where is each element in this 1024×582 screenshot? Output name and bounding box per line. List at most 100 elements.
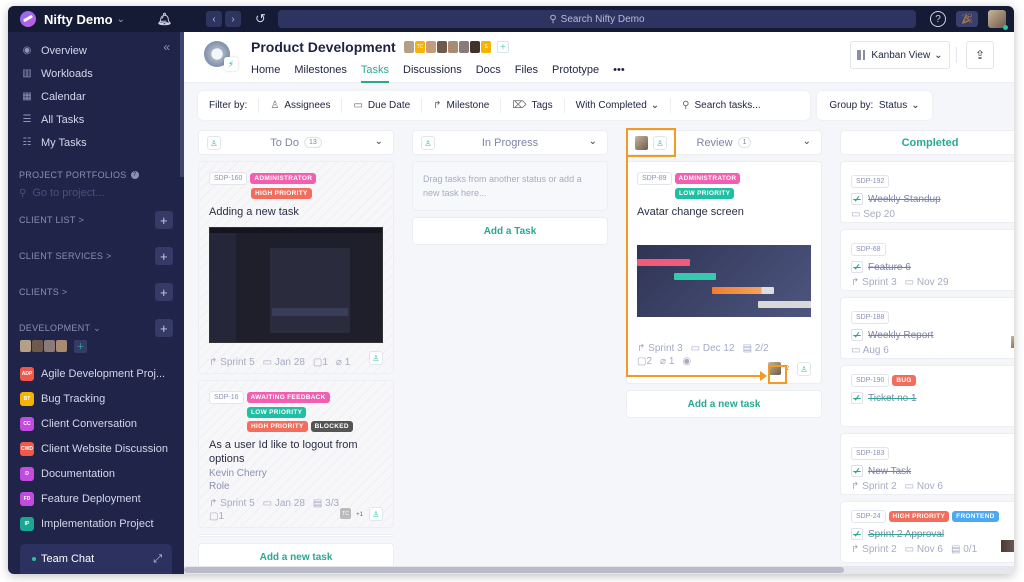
tab-milestones[interactable]: Milestones [294, 64, 347, 81]
sidebar-item-calendar[interactable]: ▦ Calendar [8, 85, 184, 108]
member-avatar[interactable] [426, 41, 436, 53]
add-project-button[interactable]: + [155, 283, 173, 301]
more-tabs-button[interactable]: ••• [613, 64, 625, 81]
collapse-sidebar-icon[interactable]: « [163, 40, 170, 54]
filter-due-date[interactable]: ▭ Due Date [342, 98, 423, 113]
view-switcher[interactable]: Kanban View ⌄ [850, 41, 950, 69]
search-tasks-input[interactable]: ⚲ Search tasks... [671, 98, 771, 113]
filter-tags[interactable]: ⌦ Tags [501, 98, 565, 113]
group-by-select[interactable]: Group by: Status ⌄ [817, 91, 932, 120]
assignee-avatar[interactable]: TC [340, 508, 351, 519]
horizontal-scrollbar[interactable] [184, 566, 1014, 574]
column-header[interactable]: ♙ In Progress ⌄ [412, 130, 608, 155]
assign-user-icon[interactable]: ♙ [369, 351, 383, 365]
back-button[interactable]: ‹ [206, 11, 222, 27]
task-attachment-image[interactable] [209, 227, 383, 343]
assign-user-icon[interactable]: ♙ [207, 136, 221, 150]
filter-with-completed[interactable]: With Completed ⌄ [565, 98, 672, 113]
chevron-down-icon[interactable]: ⌄ [803, 136, 811, 147]
chevron-down-icon[interactable]: ⌄ [375, 136, 383, 147]
chevron-down-icon[interactable]: ⌄ [589, 136, 597, 147]
user-avatar[interactable] [988, 10, 1008, 30]
member-avatar[interactable] [44, 340, 55, 352]
add-task-button[interactable]: Add a Task [412, 217, 608, 245]
project-item[interactable]: BT Bug Tracking [8, 386, 184, 411]
task-card[interactable]: SDP-89 ADMINISTRATOR LOW PRIORITY Avatar… [626, 161, 822, 384]
member-avatar[interactable] [20, 340, 31, 352]
task-card[interactable]: SDP-188 ✓ Weekly Report ▭ Aug 6 [840, 297, 1014, 359]
tab-home[interactable]: Home [251, 64, 280, 81]
column-header[interactable]: Completed [840, 130, 1014, 155]
assignee-avatars[interactable] [1001, 540, 1014, 552]
sidebar-item-my-tasks[interactable]: ☷ My Tasks [8, 131, 184, 154]
assign-user-icon[interactable]: ♙ [797, 362, 811, 376]
workspace-switcher[interactable]: Nifty Demo ⌄ 🔔︎ [8, 11, 184, 27]
assign-user-icon[interactable]: ♙ [421, 136, 435, 150]
member-avatar[interactable] [404, 41, 414, 53]
task-attachment-image[interactable] [637, 245, 811, 317]
section-client-services[interactable]: CLIENT SERVICES > + [8, 247, 184, 265]
tab-discussions[interactable]: Discussions [403, 64, 462, 81]
member-avatar[interactable] [470, 41, 480, 53]
assignee-avatar[interactable] [1011, 336, 1014, 348]
task-card[interactable]: SDP-16 AWAITING FEEDBACK LOW PRIORITY HI… [198, 380, 394, 528]
project-title[interactable]: Product Development⌄ [251, 39, 411, 55]
completed-checkbox[interactable]: ✓ [851, 392, 863, 404]
history-icon[interactable]: ↺ [255, 11, 266, 27]
scrollbar-thumb[interactable] [184, 567, 844, 573]
section-client-list[interactable]: CLIENT LIST > + [8, 211, 184, 229]
add-member-icon[interactable]: ＋ [74, 339, 87, 353]
task-card[interactable]: SDP-183 ✓ New Task ↱ Sprint 2 ▭ Nov 6 [840, 433, 1014, 495]
tab-files[interactable]: Files [515, 64, 538, 81]
member-avatar[interactable] [448, 41, 458, 53]
member-avatar[interactable] [56, 340, 67, 352]
filter-assignees[interactable]: ♙ Assignees [259, 98, 343, 113]
completed-checkbox[interactable]: ✓ [851, 329, 863, 341]
help-icon[interactable]: ? [930, 11, 946, 27]
section-development[interactable]: DEVELOPMENT ⌄ + [8, 319, 184, 337]
sidebar-item-overview[interactable]: ◉ Overview [8, 39, 184, 62]
member-avatar[interactable] [32, 340, 43, 352]
completed-checkbox[interactable]: ✓ [851, 261, 863, 273]
column-header[interactable]: ♙ To Do 13 ⌄ [198, 130, 394, 155]
member-avatar[interactable]: S [481, 41, 491, 53]
add-project-button[interactable]: + [155, 247, 173, 265]
project-item[interactable]: CWD Client Website Discussion [8, 436, 184, 461]
add-project-button[interactable]: + [155, 319, 173, 337]
forward-button[interactable]: › [225, 11, 241, 27]
project-item[interactable]: ADP Agile Development Proj... [8, 361, 184, 386]
member-avatar[interactable] [459, 41, 469, 53]
expand-icon[interactable]: ⤢ [153, 553, 162, 566]
tab-prototype[interactable]: Prototype [552, 64, 599, 81]
task-card[interactable]: SDP-190 BUG ✓ Ticket no 1 [840, 365, 1014, 427]
tab-docs[interactable]: Docs [476, 64, 501, 81]
task-card[interactable]: SDP-160 ADMINISTRATOR HIGH PRIORITY Addi… [198, 161, 394, 374]
member-avatar[interactable] [437, 41, 447, 53]
section-clients[interactable]: CLIENTS > + [8, 283, 184, 301]
bell-icon[interactable]: 🔔︎ [157, 12, 172, 26]
project-item[interactable]: CC Client Conversation [8, 411, 184, 436]
completed-checkbox[interactable]: ✓ [851, 528, 863, 540]
global-search-input[interactable]: ⚲ Search Nifty Demo [277, 10, 916, 28]
task-card[interactable]: SDP-192 ✓ Weekly Standup ▭ Sep 20 [840, 161, 1014, 223]
help-icon[interactable]: ? [130, 171, 139, 179]
project-item[interactable]: IP Implementation Project [8, 511, 184, 536]
filter-milestone[interactable]: ↱ Milestone [422, 98, 502, 113]
project-item[interactable]: FD Feature Deployment [8, 486, 184, 511]
add-new-task-button[interactable]: Add a new task [626, 390, 822, 418]
tab-tasks[interactable]: Tasks [360, 64, 390, 83]
member-avatar[interactable]: TC [415, 41, 425, 53]
task-card[interactable]: SDP-68 ✓ Feature 6 ↱ Sprint 3 ▭ Nov 29 [840, 229, 1014, 291]
team-chat-button[interactable]: Team Chat ⤢ [20, 544, 172, 574]
project-item[interactable]: D Documentation [8, 461, 184, 486]
sidebar-item-workloads[interactable]: ▥ Workloads [8, 62, 184, 85]
go-to-project-input[interactable]: ⚲ Go to project... [8, 184, 184, 202]
add-project-button[interactable]: + [155, 211, 173, 229]
task-card[interactable]: SDP-24 HIGH PRIORITY FRONTEND ✓ Sprint 2 … [840, 501, 1014, 563]
party-icon[interactable]: 🎉︎ [956, 11, 978, 27]
sidebar-item-all-tasks[interactable]: ☰ All Tasks [8, 108, 184, 131]
completed-checkbox[interactable]: ✓ [851, 465, 863, 477]
assign-user-icon[interactable]: ♙ [369, 507, 383, 521]
completed-checkbox[interactable]: ✓ [851, 193, 863, 205]
add-member-icon[interactable]: ＋ [497, 41, 509, 53]
